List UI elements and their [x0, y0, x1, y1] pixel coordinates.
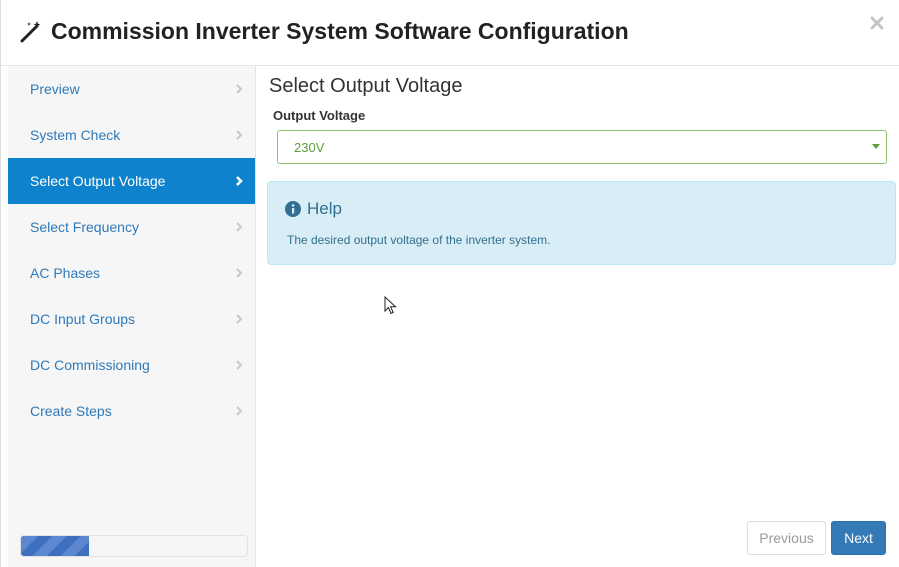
mouse-pointer-icon	[384, 296, 397, 315]
info-circle-icon	[285, 201, 301, 217]
help-title-text: Help	[307, 199, 342, 218]
sidebar-step-0[interactable]: Preview	[8, 66, 255, 112]
close-icon	[870, 16, 884, 30]
wizard-progress-fill	[21, 536, 89, 556]
sidebar-step-label: System Check	[30, 127, 121, 143]
sidebar-step-7[interactable]: Create Steps	[8, 388, 255, 434]
sidebar-step-1[interactable]: System Check	[8, 112, 255, 158]
output-voltage-value: 230V	[294, 139, 325, 155]
chevron-right-icon	[236, 84, 243, 94]
sidebar-step-label: Preview	[30, 81, 80, 97]
output-voltage-label: Output Voltage	[273, 108, 366, 123]
close-button[interactable]	[866, 12, 888, 34]
chevron-right-icon	[236, 268, 243, 278]
wizard-steps-sidebar: Preview System Check Select Output Voltage…	[8, 66, 256, 567]
sidebar-step-label: Select Frequency	[30, 219, 139, 235]
sidebar-step-label: AC Phases	[30, 265, 101, 281]
wizard-progress-bar	[20, 535, 248, 557]
caret-down-icon	[872, 144, 880, 149]
steps-list: Preview System Check Select Output Voltage…	[8, 66, 255, 434]
wizard-modal: Commission Inverter System Software Conf…	[0, 0, 899, 567]
step-content: Select Output Voltage Output Voltage 230…	[267, 66, 897, 567]
modal-title-text: Commission Inverter System Software Conf…	[51, 18, 629, 44]
sidebar-step-3[interactable]: Select Frequency	[8, 204, 255, 250]
magic-wand-icon	[19, 20, 43, 44]
chevron-right-icon	[236, 222, 243, 232]
help-text: The desired output voltage of the invert…	[287, 233, 551, 247]
chevron-right-icon	[236, 130, 243, 140]
sidebar-step-label: DC Commissioning	[30, 357, 150, 373]
sidebar-step-5[interactable]: DC Input Groups	[8, 296, 255, 342]
sidebar-step-4[interactable]: AC Phases	[8, 250, 255, 296]
help-panel: Help The desired output voltage of the i…	[267, 181, 896, 265]
section-title: Select Output Voltage	[269, 75, 463, 97]
modal-header: Commission Inverter System Software Conf…	[1, 0, 899, 66]
chevron-right-icon	[236, 314, 243, 324]
sidebar-step-6[interactable]: DC Commissioning	[8, 342, 255, 388]
chevron-right-icon	[236, 176, 243, 186]
sidebar-step-label: Select Output Voltage	[30, 173, 166, 189]
sidebar-step-label: DC Input Groups	[30, 311, 136, 327]
help-title: Help	[285, 199, 342, 219]
output-voltage-select[interactable]: 230V	[277, 130, 887, 164]
chevron-right-icon	[236, 406, 243, 416]
previous-button[interactable]: Previous	[747, 521, 826, 555]
modal-title: Commission Inverter System Software Conf…	[19, 18, 629, 45]
sidebar-step-label: Create Steps	[30, 403, 112, 419]
sidebar-step-2[interactable]: Select Output Voltage	[8, 158, 255, 204]
next-button[interactable]: Next	[831, 521, 886, 555]
chevron-right-icon	[236, 360, 243, 370]
